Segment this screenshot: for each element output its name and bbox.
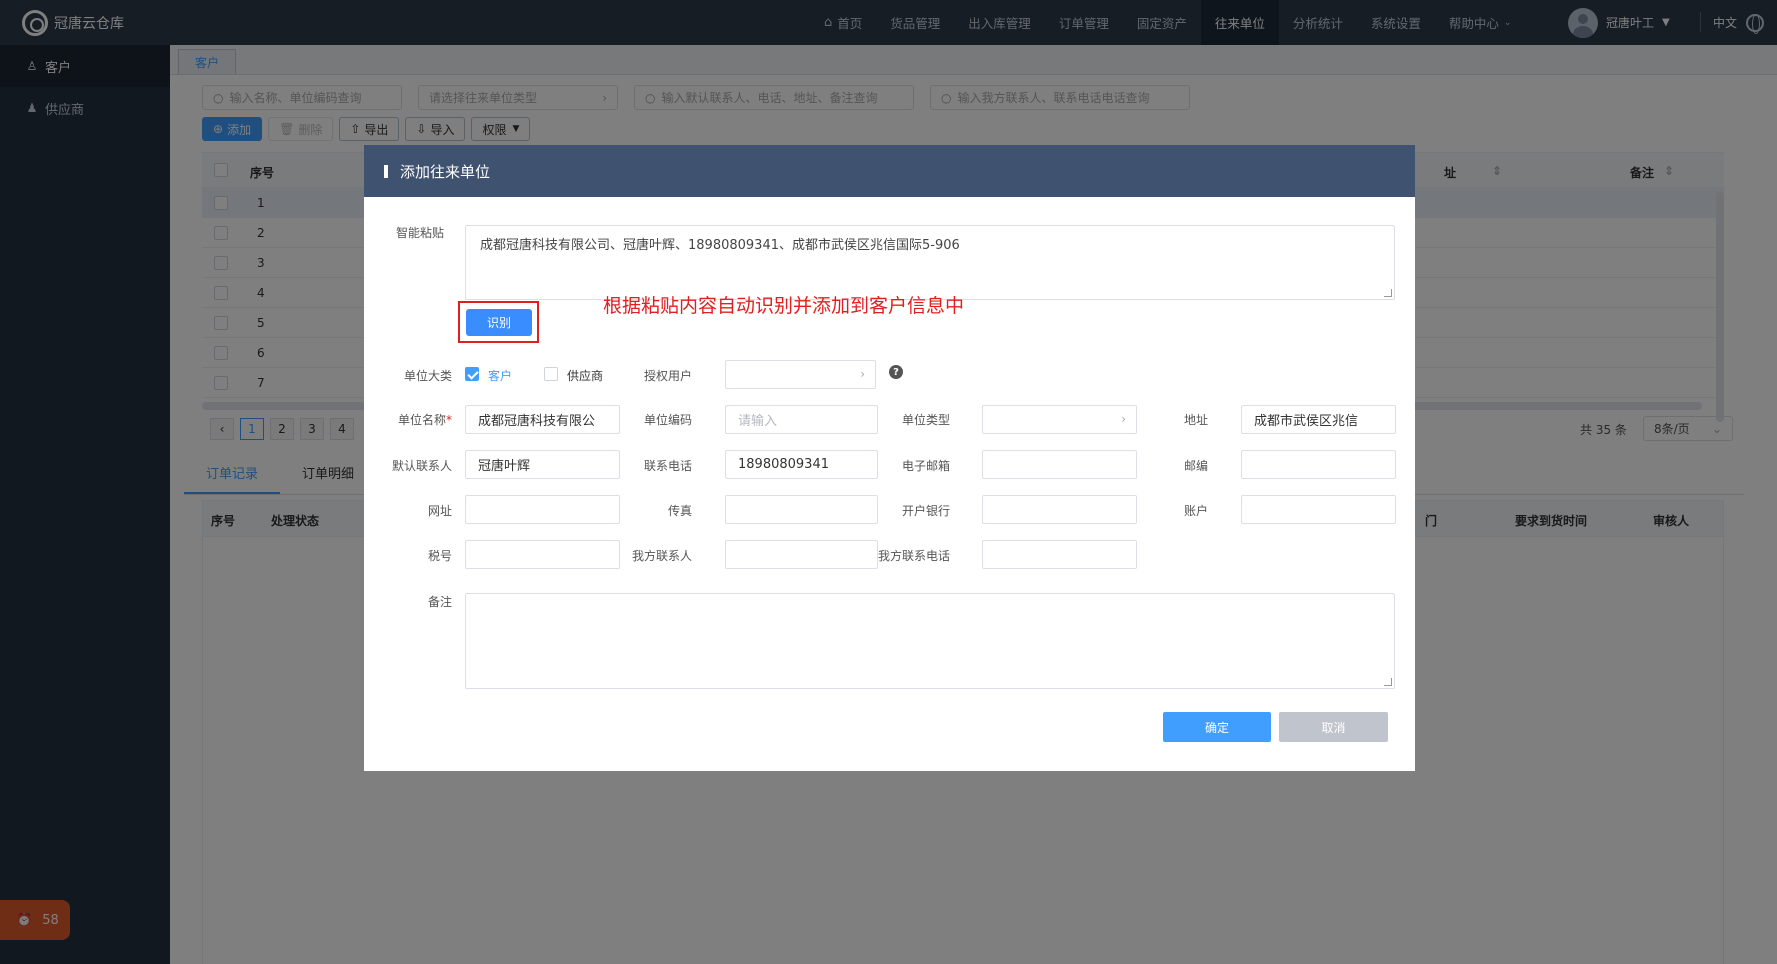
chevron-right-icon: › — [860, 367, 865, 381]
our-phone-input[interactable] — [982, 540, 1137, 569]
recognize-button[interactable]: 识别 — [466, 309, 532, 336]
dialog-header: 添加往来单位 — [364, 145, 1415, 197]
recognize-highlight: 识别 — [458, 301, 539, 343]
account-input[interactable] — [1241, 495, 1396, 524]
auth-user-select[interactable]: › — [725, 360, 876, 389]
fax-input[interactable] — [725, 495, 878, 524]
zip-label: 邮编 — [1183, 459, 1208, 473]
our-contact-input[interactable] — [725, 540, 878, 569]
name-input[interactable]: 成都冠唐科技有限公 — [465, 405, 620, 434]
website-input[interactable] — [465, 495, 620, 524]
remark-textarea[interactable] — [465, 593, 1395, 689]
dialog-title: 添加往来单位 — [400, 162, 491, 181]
help-icon[interactable]: ? — [889, 365, 903, 379]
phone-label: 联系电话 — [643, 459, 692, 473]
bank-input[interactable] — [982, 495, 1137, 524]
smart-paste-textarea[interactable]: 成都冠唐科技有限公司、冠唐叶辉、18980809341、成都市武侯区兆信国际5-… — [465, 225, 1395, 300]
zip-input[interactable] — [1241, 450, 1396, 479]
type-select[interactable]: › — [982, 405, 1137, 434]
contact-input[interactable]: 冠唐叶辉 — [465, 450, 620, 479]
resize-handle[interactable] — [1384, 678, 1392, 686]
header-bar-icon — [384, 164, 388, 178]
bank-label: 开户银行 — [901, 504, 950, 518]
annotation-text: 根据粘贴内容自动识别并添加到客户信息中 — [603, 295, 965, 317]
address-input[interactable]: 成都市武侯区兆信 — [1241, 405, 1396, 434]
email-input[interactable] — [982, 450, 1137, 479]
required-mark: * — [446, 413, 452, 427]
type-label: 单位类型 — [901, 413, 950, 427]
email-label: 电子邮箱 — [901, 459, 950, 473]
address-label: 地址 — [1183, 413, 1208, 427]
our-phone-label: 我方联系电话 — [877, 549, 950, 563]
smart-paste-label: 智能粘贴 — [395, 226, 444, 240]
confirm-button[interactable]: 确定 — [1163, 712, 1271, 742]
website-label: 网址 — [427, 504, 452, 518]
code-input[interactable]: 请输入 — [725, 405, 878, 434]
contact-label: 默认联系人 — [391, 459, 452, 473]
resize-handle[interactable] — [1384, 289, 1392, 297]
account-label: 账户 — [1183, 504, 1208, 518]
auth-user-label: 授权用户 — [643, 369, 692, 383]
name-label: 单位名称* — [397, 413, 452, 427]
customer-checkbox-label[interactable]: 客户 — [488, 367, 512, 384]
cancel-button[interactable]: 取消 — [1279, 712, 1388, 742]
code-label: 单位编码 — [643, 413, 692, 427]
supplier-checkbox-label[interactable]: 供应商 — [567, 367, 603, 384]
our-contact-label: 我方联系人 — [631, 549, 692, 563]
chevron-right-icon: › — [1121, 412, 1126, 426]
remark-label: 备注 — [427, 595, 452, 609]
fax-label: 传真 — [667, 504, 692, 518]
tax-input[interactable] — [465, 540, 620, 569]
category-label: 单位大类 — [403, 369, 452, 383]
add-partner-dialog: 添加往来单位 智能粘贴 成都冠唐科技有限公司、冠唐叶辉、18980809341、… — [364, 145, 1415, 771]
phone-input[interactable]: 18980809341 — [725, 450, 878, 479]
customer-checkbox[interactable] — [465, 367, 479, 381]
supplier-checkbox[interactable] — [544, 367, 558, 381]
tax-label: 税号 — [427, 549, 452, 563]
